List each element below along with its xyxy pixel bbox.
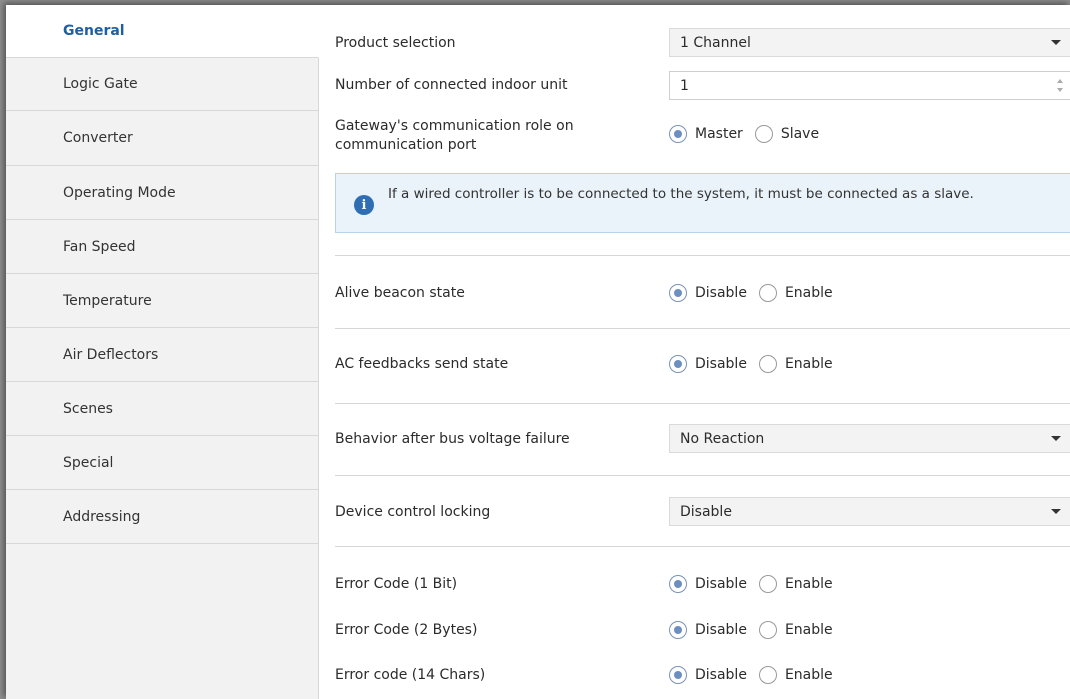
sidebar-item-logic-gate[interactable]: Logic Gate <box>6 58 318 111</box>
comm-role-master-option[interactable]: Master <box>669 125 743 143</box>
error-14chars-enable-option[interactable]: Enable <box>758 666 833 684</box>
control-locking-value: Disable <box>680 503 732 520</box>
alive-beacon-disable-option[interactable]: Disable <box>669 284 747 302</box>
sidebar-item-temperature[interactable]: Temperature <box>6 274 318 328</box>
sidebar-item-label: Converter <box>63 130 133 146</box>
error-14chars-enable-label: Enable <box>784 667 833 683</box>
indoor-units-stepper[interactable]: 1 <box>669 71 1070 100</box>
sidebar-item-label: Special <box>63 454 114 471</box>
sidebar-item-addressing[interactable]: Addressing <box>6 490 318 544</box>
error-14chars-disable-option[interactable]: Disable <box>669 666 747 684</box>
product-selection-dropdown[interactable]: 1 Channel <box>669 28 1070 57</box>
sidebar-item-air-deflectors[interactable]: Air Deflectors <box>6 328 318 382</box>
sidebar-item-scenes[interactable]: Scenes <box>6 382 318 436</box>
chevron-down-icon <box>1051 436 1061 441</box>
radio-selected-icon[interactable] <box>669 621 687 639</box>
radio-unselected-icon[interactable] <box>758 284 777 302</box>
comm-role-radio-group: Master Slave <box>669 125 831 143</box>
error-14chars-radio-group: Disable Enable <box>669 666 845 684</box>
error-2bytes-disable-label: Disable <box>695 622 747 638</box>
radio-selected-icon[interactable] <box>669 666 687 684</box>
ac-feedbacks-enable-option[interactable]: Enable <box>758 355 833 373</box>
alive-beacon-radio-group: Disable Enable <box>669 284 845 302</box>
radio-unselected-icon[interactable] <box>758 575 777 593</box>
radio-selected-icon[interactable] <box>669 284 687 302</box>
indoor-units-label: Number of connected indoor unit <box>335 77 568 93</box>
error-2bytes-radio-group: Disable Enable <box>669 621 845 639</box>
alive-beacon-disable-label: Disable <box>695 285 747 301</box>
error-1bit-label: Error Code (1 Bit) <box>335 576 458 592</box>
comm-role-slave-label: Slave <box>780 126 820 142</box>
general-panel: Product selection 1 Channel Number of co… <box>319 5 1070 699</box>
ac-feedbacks-disable-option[interactable]: Disable <box>669 355 747 373</box>
sidebar-item-special[interactable]: Special <box>6 436 318 490</box>
radio-unselected-icon[interactable] <box>758 355 777 373</box>
error-2bytes-enable-option[interactable]: Enable <box>758 621 833 639</box>
alive-beacon-enable-option[interactable]: Enable <box>758 284 833 302</box>
radio-unselected-icon[interactable] <box>754 125 773 143</box>
product-selection-value: 1 Channel <box>680 34 751 51</box>
indoor-units-value: 1 <box>680 77 689 94</box>
sidebar-item-fan-speed[interactable]: Fan Speed <box>6 220 318 274</box>
radio-unselected-icon[interactable] <box>758 621 777 639</box>
control-locking-label: Device control locking <box>335 504 491 520</box>
error-1bit-disable-label: Disable <box>695 576 747 592</box>
sidebar-item-label: Scenes <box>63 400 113 417</box>
comm-role-master-label: Master <box>695 126 743 142</box>
error-14chars-label: Error code (14 Chars) <box>335 667 486 683</box>
settings-window: General Logic Gate Converter Operating M… <box>6 5 1070 699</box>
spin-down-icon[interactable] <box>1057 88 1063 92</box>
comm-role-slave-option[interactable]: Slave <box>754 125 820 143</box>
error-2bytes-disable-option[interactable]: Disable <box>669 621 747 639</box>
divider <box>335 255 1070 256</box>
sidebar-item-label: General <box>63 23 125 39</box>
ac-feedbacks-label: AC feedbacks send state <box>335 356 509 372</box>
error-1bit-radio-group: Disable Enable <box>669 575 845 593</box>
divider <box>335 475 1070 476</box>
product-selection-label: Product selection <box>335 35 456 51</box>
sidebar-item-label: Air Deflectors <box>63 346 159 363</box>
error-14chars-disable-label: Disable <box>695 667 747 683</box>
bus-failure-label: Behavior after bus voltage failure <box>335 431 570 447</box>
alive-beacon-label: Alive beacon state <box>335 285 465 301</box>
control-locking-dropdown[interactable]: Disable <box>669 497 1070 526</box>
radio-selected-icon[interactable] <box>669 575 687 593</box>
radio-selected-icon[interactable] <box>669 355 687 373</box>
ac-feedbacks-radio-group: Disable Enable <box>669 355 845 373</box>
comm-role-label: Gateway's communication role on communic… <box>335 117 574 155</box>
comm-role-label-line2: communication port <box>335 137 477 153</box>
sidebar-item-converter[interactable]: Converter <box>6 111 318 166</box>
bus-failure-dropdown[interactable]: No Reaction <box>669 424 1070 453</box>
divider <box>335 403 1070 404</box>
ac-feedbacks-disable-label: Disable <box>695 356 747 372</box>
sidebar-item-label: Temperature <box>63 292 152 309</box>
spin-up-icon[interactable] <box>1057 79 1063 83</box>
error-1bit-enable-option[interactable]: Enable <box>758 575 833 593</box>
error-2bytes-enable-label: Enable <box>784 622 833 638</box>
error-2bytes-label: Error Code (2 Bytes) <box>335 622 478 638</box>
info-box: i If a wired controller is to be connect… <box>335 173 1070 233</box>
ac-feedbacks-enable-label: Enable <box>784 356 833 372</box>
sidebar-item-label: Fan Speed <box>63 238 136 255</box>
divider <box>335 328 1070 329</box>
sidebar: General Logic Gate Converter Operating M… <box>6 5 319 699</box>
error-1bit-enable-label: Enable <box>784 576 833 592</box>
alive-beacon-enable-label: Enable <box>784 285 833 301</box>
divider <box>335 546 1070 547</box>
sidebar-item-operating-mode[interactable]: Operating Mode <box>6 166 318 220</box>
chevron-down-icon <box>1051 509 1061 514</box>
comm-role-label-line1: Gateway's communication role on <box>335 118 574 134</box>
error-1bit-disable-option[interactable]: Disable <box>669 575 747 593</box>
chevron-down-icon <box>1051 40 1061 45</box>
sidebar-item-label: Logic Gate <box>63 76 138 92</box>
sidebar-item-general[interactable]: General <box>6 5 319 58</box>
sidebar-item-label: Operating Mode <box>63 184 176 201</box>
bus-failure-value: No Reaction <box>680 430 765 447</box>
sidebar-item-label: Addressing <box>63 508 141 525</box>
info-message: If a wired controller is to be connected… <box>388 186 974 202</box>
info-icon: i <box>354 195 374 215</box>
radio-unselected-icon[interactable] <box>758 666 777 684</box>
radio-selected-icon[interactable] <box>669 125 687 143</box>
